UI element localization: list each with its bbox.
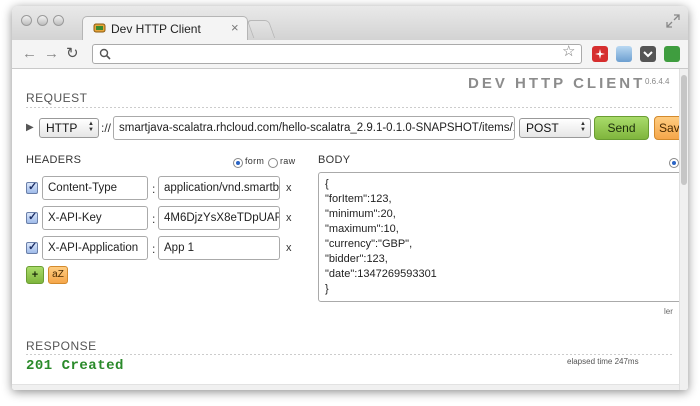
title-bar: Dev HTTP Client × xyxy=(12,6,688,40)
header-name-value: X-API-Application xyxy=(48,242,139,254)
body-length-label: ler xyxy=(664,307,673,316)
header-name-input[interactable]: X-API-Key xyxy=(42,206,148,230)
raw-radio-label: raw xyxy=(280,156,296,166)
remove-header-button[interactable]: x xyxy=(286,212,292,224)
header-value-input[interactable]: application/vnd.smartbid xyxy=(158,176,280,200)
zoom-window-button[interactable] xyxy=(53,15,64,26)
reload-icon[interactable]: ↻ xyxy=(66,45,79,63)
body-mode-radio[interactable] xyxy=(669,158,679,168)
select-arrows-icon: ▲ ▼ xyxy=(580,121,586,133)
response-section-title: RESPONSE xyxy=(26,339,97,353)
url-input[interactable]: smartjava-scalatra.rhcloud.com/hello-sca… xyxy=(113,116,515,140)
method-select[interactable]: POST ▲ ▼ xyxy=(519,118,591,138)
header-colon: : xyxy=(152,212,156,226)
body-line: "date":1347269593301 xyxy=(325,268,437,280)
send-button[interactable]: Send xyxy=(594,116,649,140)
tab-close-icon[interactable]: × xyxy=(231,20,239,35)
body-title: BODY xyxy=(318,154,351,166)
add-header-button[interactable]: + xyxy=(26,266,44,284)
horizontal-scrollbar[interactable] xyxy=(12,384,679,390)
method-select-value: POST xyxy=(526,121,559,135)
play-icon[interactable]: ▶ xyxy=(26,122,34,133)
body-line: { xyxy=(325,178,329,190)
forward-icon[interactable]: → xyxy=(44,45,59,63)
extension-green-icon[interactable] xyxy=(664,46,680,62)
sort-headers-button[interactable]: aZ xyxy=(48,266,68,284)
header-enable-checkbox[interactable] xyxy=(26,180,38,194)
minimize-window-button[interactable] xyxy=(37,15,48,26)
app-brand: DEV HTTP CLIENT xyxy=(468,75,646,92)
extension-blue-icon[interactable] xyxy=(616,46,632,62)
body-line: "forItem":123, xyxy=(325,193,392,205)
close-window-button[interactable] xyxy=(21,15,32,26)
header-value-text: 4M6DjzYsX8eTDpUARh xyxy=(164,212,280,224)
back-icon[interactable]: ← xyxy=(22,45,37,63)
response-status: 201 Created xyxy=(26,358,124,374)
fullscreen-icon[interactable] xyxy=(666,14,680,28)
vertical-scrollbar[interactable] xyxy=(679,69,688,390)
browser-toolbar: ← → ↻ ☆ xyxy=(12,40,688,69)
browser-tab[interactable]: Dev HTTP Client × xyxy=(82,16,248,40)
form-radio[interactable] xyxy=(233,158,243,168)
header-value-text: App 1 xyxy=(164,242,195,254)
elapsed-time: elapsed time 247ms xyxy=(567,357,639,366)
response-divider xyxy=(26,354,674,355)
url-separator: :// xyxy=(101,121,112,135)
url-input-value: smartjava-scalatra.rhcloud.com/hello-sca… xyxy=(119,122,515,134)
extension-red-icon[interactable] xyxy=(592,46,608,62)
select-arrows-icon: ▲ ▼ xyxy=(88,121,94,133)
raw-radio[interactable] xyxy=(268,158,278,168)
remove-header-button[interactable]: x xyxy=(286,182,292,194)
header-value-input[interactable]: App 1 xyxy=(158,236,280,260)
search-icon xyxy=(99,48,111,60)
request-divider xyxy=(26,107,674,108)
header-enable-checkbox[interactable] xyxy=(26,210,38,224)
remove-header-button[interactable]: x xyxy=(286,242,292,254)
body-textarea[interactable]: { "forItem":123, "minimum":20, "maximum"… xyxy=(318,172,682,302)
app-version: 0.6.4.4 xyxy=(645,77,670,86)
header-value-input[interactable]: 4M6DjzYsX8eTDpUARh xyxy=(158,206,280,230)
tab-title: Dev HTTP Client xyxy=(111,22,201,36)
vertical-scrollbar-thumb[interactable] xyxy=(681,75,687,185)
header-colon: : xyxy=(152,182,156,196)
header-enable-checkbox[interactable] xyxy=(26,240,38,254)
bookmark-star-icon[interactable]: ☆ xyxy=(562,44,575,60)
header-name-value: Content-Type xyxy=(48,182,118,194)
new-tab-button[interactable] xyxy=(246,20,276,38)
header-name-input[interactable]: X-API-Application xyxy=(42,236,148,260)
body-line: "currency":"GBP", xyxy=(325,238,413,250)
body-line: } xyxy=(325,283,329,295)
protocol-select-value: HTTP xyxy=(46,121,78,135)
request-section-title: REQUEST xyxy=(26,91,88,105)
body-line: "bidder":123, xyxy=(325,253,388,265)
header-colon: : xyxy=(152,242,156,256)
header-name-value: X-API-Key xyxy=(48,212,102,224)
body-line: "maximum":10, xyxy=(325,223,399,235)
browser-window: Dev HTTP Client × ← → ↻ ☆ DEV HTTP CLIEN… xyxy=(12,6,688,390)
header-name-input[interactable]: Content-Type xyxy=(42,176,148,200)
pocket-icon[interactable] xyxy=(640,46,656,62)
protocol-select[interactable]: HTTP ▲ ▼ xyxy=(39,118,99,138)
headers-title: HEADERS xyxy=(26,154,82,166)
dev-http-client-favicon-icon xyxy=(93,23,106,33)
body-line: "minimum":20, xyxy=(325,208,396,220)
form-radio-label: form xyxy=(245,156,265,166)
header-value-text: application/vnd.smartbid xyxy=(164,182,280,194)
page-content: DEV HTTP CLIENT 0.6.4.4 REQUEST ▶ HTTP ▲… xyxy=(12,69,688,390)
address-bar[interactable] xyxy=(92,44,582,64)
